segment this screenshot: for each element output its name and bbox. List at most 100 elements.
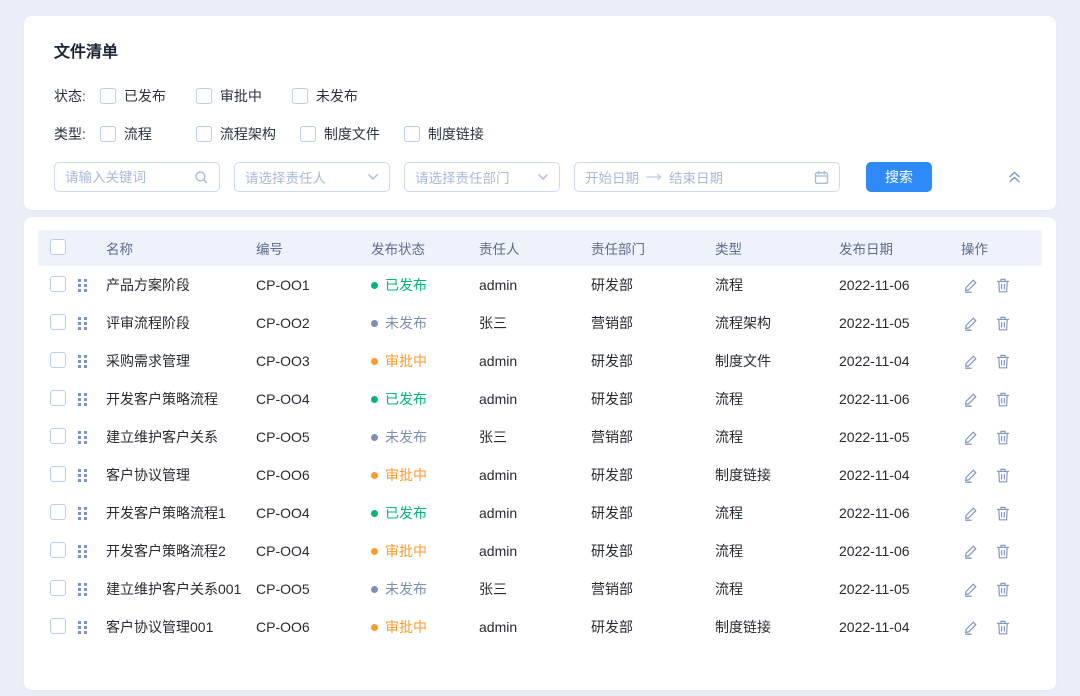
file-name: 评审流程阶段 — [106, 313, 256, 333]
chevron-down-icon — [367, 173, 379, 181]
keyword-search-field[interactable] — [54, 162, 220, 192]
drag-handle-icon[interactable] — [78, 621, 106, 634]
file-code: CP-OO4 — [256, 505, 371, 521]
trash-icon[interactable] — [996, 354, 1010, 369]
arrow-right-icon — [645, 173, 663, 181]
file-code: CP-OO3 — [256, 353, 371, 369]
file-name: 客户协议管理 — [106, 465, 256, 485]
owner-select[interactable]: 请选择责任人 — [234, 162, 390, 192]
type-option-policy-file[interactable]: 制度文件 — [300, 124, 380, 144]
edit-pencil-icon[interactable] — [963, 620, 978, 635]
type-option-policy-link[interactable]: 制度链接 — [404, 124, 484, 144]
checkbox[interactable] — [404, 126, 420, 142]
file-type: 流程 — [715, 427, 839, 447]
trash-icon[interactable] — [996, 620, 1010, 635]
checkbox[interactable] — [300, 126, 316, 142]
status-dot — [371, 434, 378, 441]
trash-icon[interactable] — [996, 392, 1010, 407]
department: 研发部 — [591, 275, 715, 295]
chevron-down-icon — [537, 173, 549, 181]
trash-icon[interactable] — [996, 316, 1010, 331]
drag-handle-icon[interactable] — [78, 469, 106, 482]
trash-icon[interactable] — [996, 468, 1010, 483]
row-checkbox[interactable] — [50, 390, 66, 406]
checkbox[interactable] — [196, 126, 212, 142]
trash-icon[interactable] — [996, 506, 1010, 521]
header-type: 类型 — [715, 238, 839, 258]
drag-handle-icon[interactable] — [78, 317, 106, 330]
file-table-panel: 名称 编号 发布状态 责任人 责任部门 类型 发布日期 操作 — [24, 217, 1056, 690]
status-badge: 审批中 — [371, 541, 479, 561]
department: 研发部 — [591, 503, 715, 523]
publish-date: 2022-11-06 — [839, 543, 961, 559]
trash-icon[interactable] — [996, 430, 1010, 445]
double-chevron-up-icon[interactable] — [1003, 166, 1026, 188]
table-row: 建立维护客户关系 CP-OO5 未发布 张三 营销部 流程 2022-11-05 — [38, 418, 1042, 456]
status-dot — [371, 320, 378, 327]
checkbox[interactable] — [196, 88, 212, 104]
edit-pencil-icon[interactable] — [963, 544, 978, 559]
drag-handle-icon[interactable] — [78, 431, 106, 444]
publish-date: 2022-11-04 — [839, 619, 961, 635]
row-checkbox[interactable] — [50, 542, 66, 558]
trash-icon[interactable] — [996, 544, 1010, 559]
status-option-published[interactable]: 已发布 — [100, 86, 172, 106]
row-checkbox[interactable] — [50, 352, 66, 368]
drag-handle-icon[interactable] — [78, 393, 106, 406]
search-button[interactable]: 搜索 — [866, 162, 932, 192]
publish-date: 2022-11-04 — [839, 353, 961, 369]
publish-date: 2022-11-06 — [839, 391, 961, 407]
keyword-input[interactable] — [65, 170, 183, 185]
drag-handle-icon[interactable] — [78, 355, 106, 368]
file-name: 开发客户策略流程 — [106, 389, 256, 409]
type-option-architecture[interactable]: 流程架构 — [196, 124, 276, 144]
table-row: 客户协议管理001 CP-OO6 审批中 admin 研发部 制度链接 2022… — [38, 608, 1042, 646]
drag-handle-icon[interactable] — [78, 507, 106, 520]
drag-handle-icon[interactable] — [78, 279, 106, 292]
checkbox[interactable] — [292, 88, 308, 104]
drag-handle-icon[interactable] — [78, 583, 106, 596]
department: 研发部 — [591, 541, 715, 561]
type-option-process[interactable]: 流程 — [100, 124, 172, 144]
row-checkbox[interactable] — [50, 276, 66, 292]
calendar-icon — [814, 170, 829, 185]
date-range-picker[interactable]: 开始日期 结束日期 — [574, 162, 840, 192]
trash-icon[interactable] — [996, 278, 1010, 293]
edit-pencil-icon[interactable] — [963, 506, 978, 521]
row-checkbox[interactable] — [50, 466, 66, 482]
header-code: 编号 — [256, 238, 371, 258]
status-badge: 审批中 — [371, 465, 479, 485]
status-option-approving[interactable]: 审批中 — [196, 86, 268, 106]
publish-date: 2022-11-06 — [839, 277, 961, 293]
checkbox[interactable] — [100, 126, 116, 142]
row-checkbox[interactable] — [50, 618, 66, 634]
file-type: 流程 — [715, 503, 839, 523]
owner: admin — [479, 467, 591, 483]
edit-pencil-icon[interactable] — [963, 582, 978, 597]
edit-pencil-icon[interactable] — [963, 392, 978, 407]
file-code: CP-OO4 — [256, 543, 371, 559]
type-filter-label: 类型: — [54, 124, 86, 144]
trash-icon[interactable] — [996, 582, 1010, 597]
edit-pencil-icon[interactable] — [963, 316, 978, 331]
edit-pencil-icon[interactable] — [963, 430, 978, 445]
drag-handle-icon[interactable] — [78, 545, 106, 558]
file-code: CP-OO4 — [256, 391, 371, 407]
status-dot — [371, 510, 378, 517]
department-select[interactable]: 请选择责任部门 — [404, 162, 560, 192]
edit-pencil-icon[interactable] — [963, 278, 978, 293]
search-toolbar: 请选择责任人 请选择责任部门 开始日期 — [54, 162, 1026, 192]
edit-pencil-icon[interactable] — [963, 468, 978, 483]
search-icon — [194, 170, 209, 185]
owner: admin — [479, 505, 591, 521]
status-option-unpublished[interactable]: 未发布 — [292, 86, 364, 106]
row-checkbox[interactable] — [50, 580, 66, 596]
status-badge: 未发布 — [371, 579, 479, 599]
checkbox[interactable] — [100, 88, 116, 104]
select-all-checkbox[interactable] — [50, 239, 66, 255]
row-checkbox[interactable] — [50, 428, 66, 444]
file-name: 客户协议管理001 — [106, 617, 256, 637]
edit-pencil-icon[interactable] — [963, 354, 978, 369]
row-checkbox[interactable] — [50, 504, 66, 520]
row-checkbox[interactable] — [50, 314, 66, 330]
